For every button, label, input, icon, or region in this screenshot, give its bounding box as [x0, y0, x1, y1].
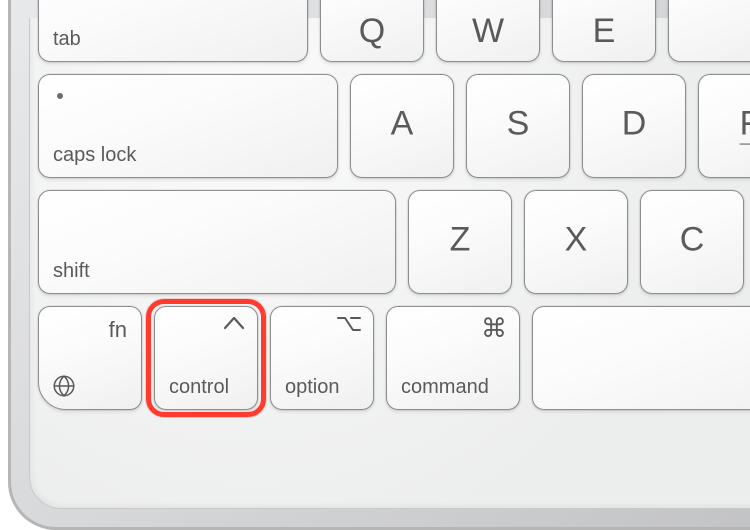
key-spacebar-partial[interactable] [532, 306, 750, 410]
control-symbol-icon [223, 315, 245, 331]
key-caps-lock-label: caps lock [53, 144, 136, 167]
key-d-letter: D [622, 105, 647, 144]
key-e-letter: E [593, 12, 616, 51]
key-w[interactable]: W [436, 0, 540, 62]
key-f-letter: F [740, 105, 750, 144]
command-symbol-icon: ⌘ [481, 315, 507, 341]
key-x-letter: X [565, 221, 588, 260]
key-option[interactable]: option [270, 306, 374, 410]
key-fn[interactable]: fn [38, 306, 142, 410]
key-r-partial[interactable] [668, 0, 750, 62]
key-caps-lock[interactable]: caps lock [38, 74, 338, 178]
key-c-letter: C [680, 221, 705, 260]
key-s[interactable]: S [466, 74, 570, 178]
key-w-letter: W [472, 12, 504, 51]
key-f[interactable]: F [698, 74, 750, 178]
caps-lock-indicator-icon [57, 93, 63, 99]
key-a[interactable]: A [350, 74, 454, 178]
key-e[interactable]: E [552, 0, 656, 62]
key-a-letter: A [391, 105, 414, 144]
key-q[interactable]: Q [320, 0, 424, 62]
key-d[interactable]: D [582, 74, 686, 178]
keyboard-frame: tab Q W E caps lock A S D F shif [8, 0, 750, 530]
key-control-label: control [169, 376, 229, 399]
key-x[interactable]: X [524, 190, 628, 294]
keyboard-deck: tab Q W E caps lock A S D F shif [29, 18, 750, 509]
key-control[interactable]: control [154, 306, 258, 410]
key-z-letter: Z [450, 221, 471, 260]
key-c[interactable]: C [640, 190, 744, 294]
key-shift-label: shift [53, 260, 90, 283]
globe-icon [51, 373, 77, 399]
key-command-label: command [401, 376, 489, 399]
option-symbol-icon [337, 315, 361, 333]
key-q-letter: Q [359, 12, 385, 51]
key-fn-label: fn [109, 317, 127, 343]
key-z[interactable]: Z [408, 190, 512, 294]
key-tab[interactable]: tab [38, 0, 308, 62]
key-tab-label: tab [53, 28, 81, 51]
key-shift[interactable]: shift [38, 190, 396, 294]
key-option-label: option [285, 376, 340, 399]
key-s-letter: S [507, 105, 530, 144]
key-command[interactable]: ⌘ command [386, 306, 520, 410]
